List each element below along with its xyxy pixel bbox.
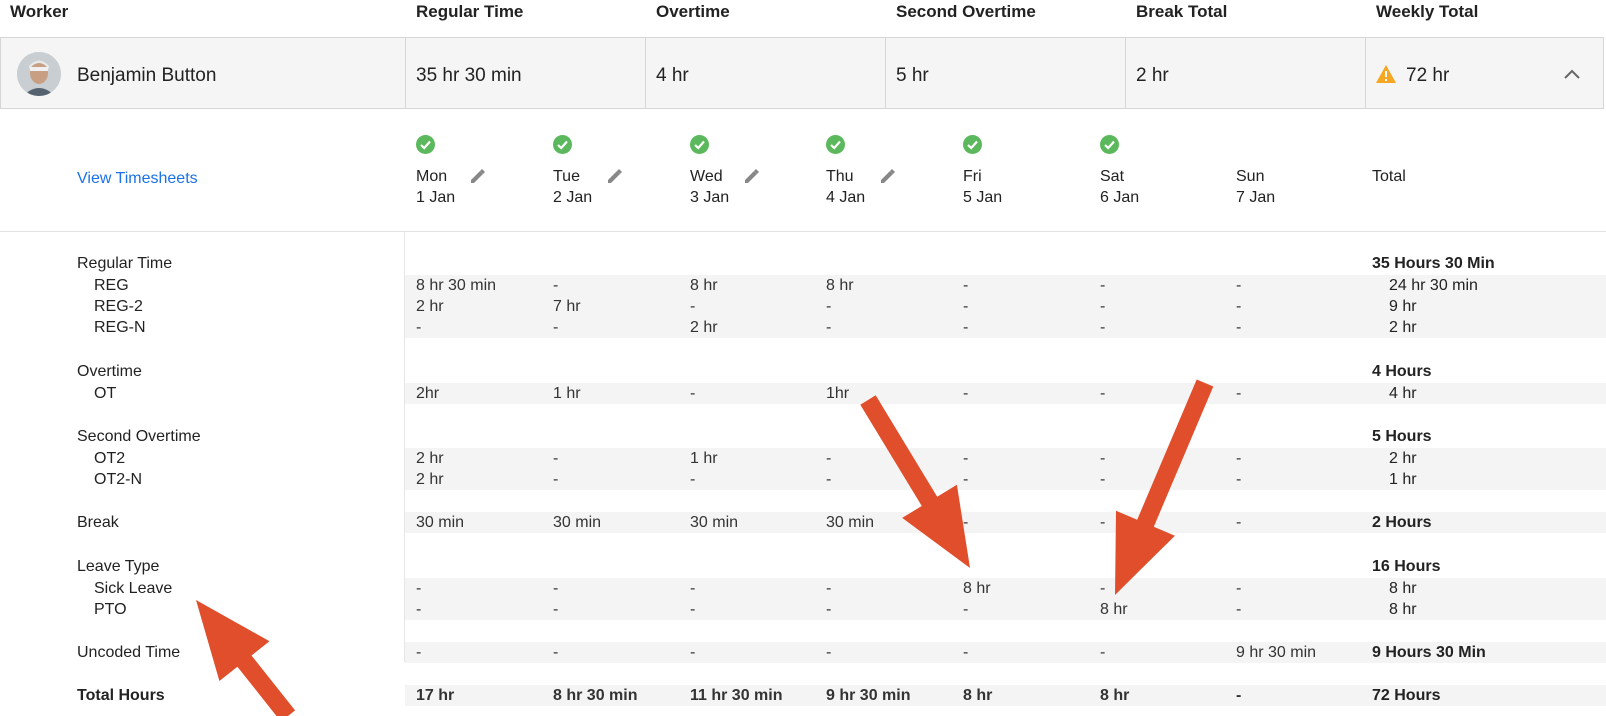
annotation-arrow-sick-leave bbox=[196, 600, 296, 716]
annotation-arrow-fri bbox=[860, 395, 970, 568]
annotation-arrows-overlay bbox=[196, 379, 1214, 716]
annotation-arrow-sat bbox=[1115, 379, 1214, 595]
